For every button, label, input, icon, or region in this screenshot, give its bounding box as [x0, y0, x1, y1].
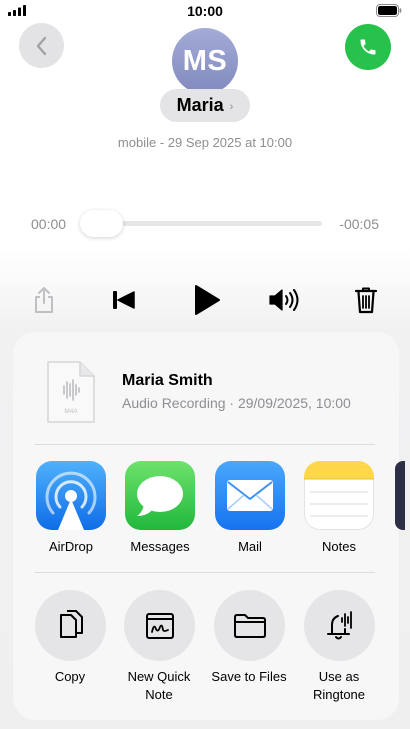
mail-icon	[227, 480, 273, 511]
chevron-right-icon: ›	[229, 100, 234, 113]
backward-end-icon	[113, 291, 135, 309]
app-label-airdrop: AirDrop	[48, 539, 94, 554]
app-label-notes: Notes	[322, 539, 356, 554]
audio-file-icon: M4A	[47, 361, 95, 423]
play-button[interactable]	[188, 281, 226, 319]
status-time: 10:00	[187, 3, 223, 19]
chevron-left-icon	[36, 36, 46, 55]
playback-scrubber-thumb[interactable]	[80, 210, 123, 237]
app-notes[interactable]	[304, 461, 374, 530]
call-button[interactable]	[345, 24, 391, 70]
action-new-quick-note[interactable]	[124, 590, 195, 661]
share-sheet: M4A Maria Smith Audio Recording · 29/09/…	[13, 332, 405, 720]
folder-icon	[233, 613, 266, 638]
delete-button[interactable]	[352, 284, 380, 316]
action-label-copy: Copy	[54, 669, 86, 684]
action-label-new-quick-note: New Quick Note	[127, 669, 191, 702]
speaker-wave-icon	[269, 289, 299, 311]
share-icon	[35, 287, 53, 313]
back-button[interactable]	[19, 23, 64, 68]
avatar[interactable]: MS	[172, 28, 238, 94]
phone-icon	[360, 39, 376, 55]
remaining-time: -00:05	[339, 216, 379, 232]
app-mail[interactable]	[215, 461, 285, 530]
divider	[35, 572, 375, 573]
contact-name-button[interactable]: Maria ›	[160, 89, 250, 122]
action-copy[interactable]	[35, 590, 106, 661]
battery-icon	[376, 4, 402, 17]
message-subtitle: mobile - 29 Sep 2025 at 10:00	[117, 135, 293, 150]
airdrop-icon	[45, 471, 97, 530]
file-meta: Audio Recording · 29/09/2025, 10:00	[122, 395, 351, 411]
speaker-button[interactable]	[267, 285, 303, 315]
trash-icon	[354, 287, 378, 314]
app-more-partial[interactable]	[395, 461, 405, 530]
action-label-save-to-files: Save to Files	[211, 669, 287, 684]
action-use-as-ringtone[interactable]	[304, 590, 375, 661]
app-label-mail: Mail	[238, 539, 262, 554]
app-airdrop[interactable]	[36, 461, 106, 530]
skip-back-button[interactable]	[110, 287, 138, 313]
play-icon	[195, 285, 220, 315]
app-messages[interactable]	[125, 461, 195, 530]
messages-icon	[137, 476, 183, 516]
elapsed-time: 00:00	[31, 216, 67, 232]
action-save-to-files[interactable]	[214, 590, 285, 661]
share-button[interactable]	[29, 284, 59, 316]
status-bar: 10:00	[0, 0, 410, 22]
ringtone-icon	[326, 610, 352, 639]
divider	[35, 444, 375, 445]
contact-name: Maria	[176, 95, 224, 115]
file-type-label: M4A	[64, 408, 78, 415]
notes-icon	[304, 461, 374, 517]
quick-note-icon	[145, 612, 174, 639]
file-title: Maria Smith	[122, 372, 213, 389]
copy-icon	[59, 609, 83, 638]
action-label-use-as-ringtone: Use as Ringtone	[312, 669, 366, 702]
app-label-messages: Messages	[130, 539, 190, 554]
voice-message-screen: 10:00 MS Maria › mobile - 29 Sep 2025 at…	[0, 0, 410, 729]
